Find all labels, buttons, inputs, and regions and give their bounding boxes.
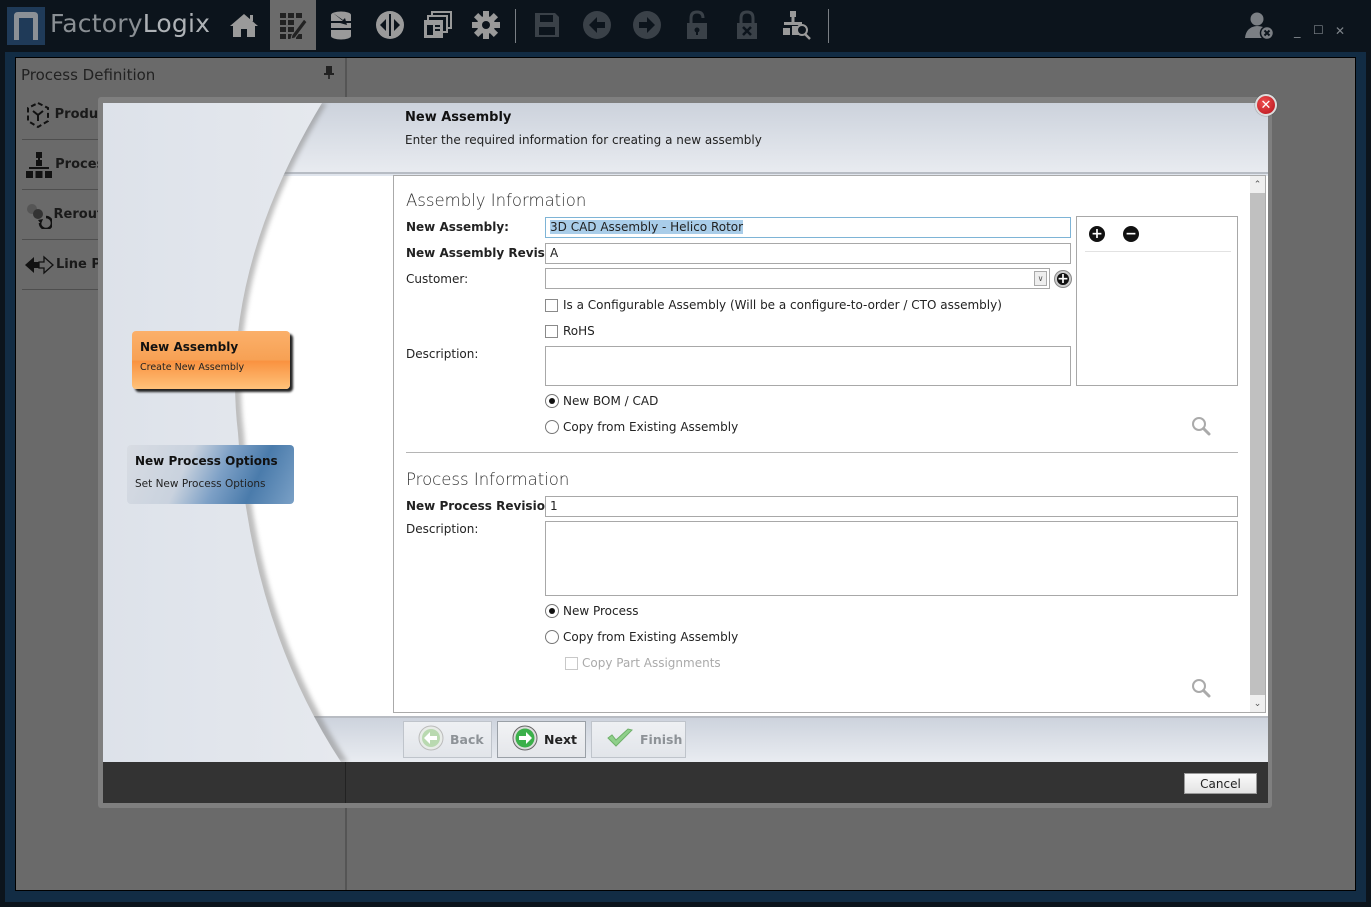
assembly-description-label: Description: bbox=[406, 347, 479, 361]
copy-part-assignments-checkbox[interactable] bbox=[565, 657, 578, 670]
windows-icon[interactable] bbox=[415, 0, 461, 50]
rohs-label: RoHS bbox=[563, 324, 595, 338]
chevron-down-icon[interactable]: ∨ bbox=[1034, 271, 1047, 286]
new-assembly-revision-input[interactable]: A bbox=[545, 243, 1071, 264]
close-glyph: ✕ bbox=[1335, 24, 1346, 38]
back-arrow-icon bbox=[418, 725, 444, 754]
add-item-icon[interactable]: + bbox=[1089, 226, 1105, 242]
scroll-down-button[interactable]: ⌄ bbox=[1250, 695, 1265, 712]
scroll-up-button[interactable]: ⌃ bbox=[1250, 176, 1265, 193]
copy-process-existing-assembly-radio[interactable] bbox=[545, 630, 559, 644]
step-subtitle: Set New Process Options bbox=[135, 478, 266, 490]
minimize-button[interactable]: _ bbox=[1294, 24, 1301, 39]
wizard-header-title: New Assembly bbox=[405, 110, 512, 125]
app-logo-text: FactoryLogix bbox=[50, 9, 210, 38]
section-divider bbox=[406, 452, 1238, 453]
lock-cancel-icon[interactable] bbox=[724, 0, 770, 50]
panel-title: Process Definition bbox=[21, 66, 156, 84]
close-x-icon: ✕ bbox=[1260, 97, 1272, 113]
wizard-header-subtitle: Enter the required information for creat… bbox=[405, 133, 762, 147]
reroute-icon bbox=[22, 201, 54, 229]
process-description-input[interactable] bbox=[545, 521, 1238, 596]
logo-text-logix: Logix bbox=[142, 9, 211, 38]
logo-text-factory: Factory bbox=[50, 9, 143, 38]
copy-process-existing-assembly-label: Copy from Existing Assembly bbox=[563, 630, 739, 644]
dialog-footer bbox=[103, 762, 1268, 803]
hierarchy-search-icon[interactable] bbox=[774, 0, 820, 50]
maximize-glyph: ☐ bbox=[1313, 23, 1324, 37]
new-process-revision-input[interactable]: 1 bbox=[545, 496, 1238, 517]
home-icon[interactable] bbox=[221, 0, 267, 50]
new-assembly-input[interactable]: 3D CAD Assembly - Helico Rotor bbox=[545, 217, 1071, 238]
close-window-button[interactable]: ✕ bbox=[1335, 24, 1345, 38]
forward-arrow-icon[interactable] bbox=[624, 0, 670, 50]
app-toolbar: FactoryLogix _ ☐ ✕ bbox=[0, 0, 1371, 52]
wizard-steps-pane bbox=[103, 103, 348, 762]
next-button[interactable]: Next bbox=[497, 721, 586, 758]
wizard-step-new-process-options[interactable]: New Process Options Set New Process Opti… bbox=[127, 445, 294, 504]
gear-icon[interactable] bbox=[463, 0, 509, 50]
process-hierarchy-icon bbox=[22, 151, 55, 179]
step-title: New Process Options bbox=[135, 454, 278, 468]
new-bom-cad-radio[interactable] bbox=[545, 394, 559, 408]
minimize-glyph: _ bbox=[1294, 24, 1301, 39]
product-cube-icon bbox=[22, 101, 55, 129]
step-subtitle: Create New Assembly bbox=[140, 362, 245, 373]
remove-item-icon[interactable]: − bbox=[1123, 226, 1139, 242]
process-description-label: Description: bbox=[406, 522, 479, 536]
save-icon[interactable] bbox=[524, 0, 570, 50]
vertical-scrollbar[interactable]: ⌃ ⌄ bbox=[1250, 176, 1265, 712]
cancel-button[interactable]: Cancel bbox=[1184, 773, 1257, 794]
factorylogix-logo-mark bbox=[7, 7, 45, 45]
user-logout-icon[interactable] bbox=[1237, 0, 1283, 50]
new-assembly-value: 3D CAD Assembly - Helico Rotor bbox=[550, 220, 744, 234]
list-header-divider bbox=[1085, 251, 1231, 252]
search-process-icon[interactable] bbox=[1191, 678, 1211, 702]
process-information-heading: Process Information bbox=[406, 470, 570, 489]
back-button-label: Back bbox=[450, 732, 484, 747]
new-process-revision-label: New Process Revision: bbox=[406, 499, 559, 513]
new-process-label: New Process bbox=[563, 604, 639, 618]
configurable-assembly-checkbox[interactable] bbox=[545, 299, 558, 312]
add-customer-button[interactable]: + bbox=[1055, 271, 1071, 287]
wizard-content-panel: Assembly Information New Assembly: 3D CA… bbox=[393, 175, 1266, 713]
assembly-description-input[interactable] bbox=[545, 346, 1071, 386]
new-bom-cad-label: New BOM / CAD bbox=[563, 394, 659, 408]
step-title: New Assembly bbox=[140, 340, 239, 354]
finish-button[interactable]: Finish bbox=[591, 721, 686, 758]
back-arrow-icon[interactable] bbox=[574, 0, 620, 50]
footer-divider bbox=[345, 762, 346, 803]
next-arrow-icon bbox=[512, 725, 538, 754]
search-assembly-icon[interactable] bbox=[1191, 416, 1211, 440]
new-assembly-wizard-dialog: New Assembly Enter the required informat… bbox=[103, 103, 1268, 803]
assembly-information-heading: Assembly Information bbox=[406, 191, 587, 210]
customer-dropdown[interactable]: ∨ bbox=[545, 268, 1050, 289]
wizard-step-new-assembly[interactable]: New Assembly Create New Assembly bbox=[132, 331, 290, 389]
maximize-button[interactable]: ☐ bbox=[1313, 23, 1324, 37]
close-dialog-button[interactable]: ✕ bbox=[1255, 94, 1277, 116]
customer-label: Customer: bbox=[406, 272, 469, 286]
process-editor-grid-icon[interactable] bbox=[270, 0, 316, 50]
navigation-arrows-icon[interactable] bbox=[367, 0, 413, 50]
database-import-icon[interactable] bbox=[318, 0, 364, 50]
new-process-radio[interactable] bbox=[545, 604, 559, 618]
next-button-label: Next bbox=[544, 732, 577, 747]
copy-part-assignments-label: Copy Part Assignments bbox=[582, 656, 721, 670]
copy-existing-assembly-label: Copy from Existing Assembly bbox=[563, 420, 739, 434]
rohs-checkbox[interactable] bbox=[545, 325, 558, 338]
toolbar-separator bbox=[828, 9, 829, 43]
back-button[interactable]: Back bbox=[403, 721, 492, 758]
copy-existing-assembly-radio[interactable] bbox=[545, 420, 559, 434]
assembly-attachments-list[interactable]: + − bbox=[1076, 216, 1238, 386]
unlock-icon[interactable] bbox=[674, 0, 720, 50]
checkmark-icon bbox=[606, 727, 634, 752]
new-assembly-label: New Assembly: bbox=[406, 220, 509, 234]
toolbar-separator bbox=[515, 9, 516, 43]
configurable-assembly-label: Is a Configurable Assembly (Will be a co… bbox=[563, 298, 1002, 312]
pin-icon[interactable] bbox=[324, 66, 334, 82]
line-arrows-icon bbox=[22, 255, 56, 275]
finish-button-label: Finish bbox=[640, 732, 683, 747]
